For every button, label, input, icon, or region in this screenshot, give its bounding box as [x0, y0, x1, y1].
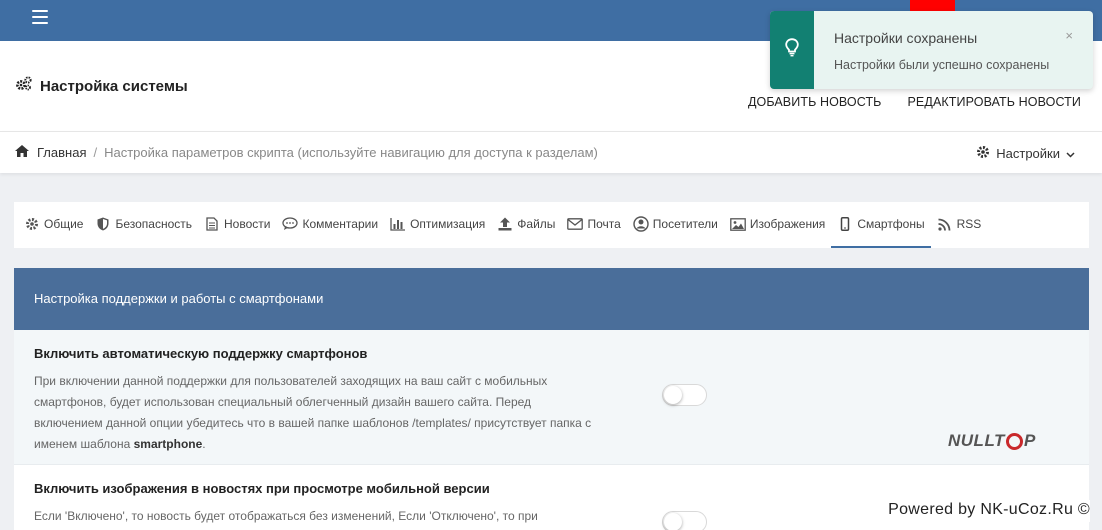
- smartphone-settings-panel: Настройка поддержки и работы с смартфона…: [14, 268, 1089, 530]
- page-title: Настройка системы: [40, 77, 188, 95]
- setting-title: Включить изображения в новостях при прос…: [34, 481, 490, 496]
- rss-icon: [937, 216, 953, 232]
- settings-tabs: Общие Безопасность Новости Комментарии О…: [14, 202, 1089, 248]
- tab-files[interactable]: Файлы: [491, 202, 561, 248]
- bar-chart-icon: [390, 216, 406, 232]
- toggle-knob: [664, 513, 682, 530]
- gear-icon: [24, 216, 40, 232]
- toast-title: Настройки сохранены: [834, 30, 978, 46]
- tab-news[interactable]: Новости: [198, 202, 276, 248]
- toast-message: Настройки были успешно сохранены: [834, 58, 1050, 72]
- user-circle-icon: [633, 216, 649, 232]
- setting-row: Включить автоматическую поддержку смартф…: [14, 330, 1089, 465]
- mobile-icon: [837, 216, 853, 232]
- edit-news-link[interactable]: РЕДАКТИРОВАТЬ НОВОСТИ: [908, 95, 1082, 109]
- tab-label: Новости: [224, 217, 271, 231]
- breadcrumb-home[interactable]: Главная: [37, 145, 86, 160]
- tab-images[interactable]: Изображения: [724, 202, 831, 248]
- tab-label: Посетители: [652, 217, 718, 231]
- watermark-o-icon: [1005, 432, 1023, 450]
- tab-comments[interactable]: Комментарии: [276, 202, 384, 248]
- setting-description: При включении данной поддержки для польз…: [34, 371, 594, 455]
- tab-label: RSS: [956, 217, 982, 231]
- image-icon: [730, 216, 746, 232]
- tab-label: Безопасность: [115, 217, 193, 231]
- page-title-wrap: Настройка системы: [15, 76, 188, 96]
- tab-label: Смартфоны: [857, 217, 925, 231]
- tab-label: Комментарии: [302, 217, 379, 231]
- chevron-down-icon: [1066, 146, 1075, 161]
- hamburger-icon[interactable]: [32, 10, 48, 24]
- settings-label: Настройки: [996, 146, 1060, 161]
- tab-optimization[interactable]: Оптимизация: [384, 202, 491, 248]
- watermark-prefix: NULLT: [948, 431, 1005, 450]
- breadcrumb-separator: /: [93, 145, 98, 160]
- breadcrumb-bar: Главная / Настройка параметров скрипта (…: [0, 131, 1102, 173]
- tab-mail[interactable]: Почта: [561, 202, 626, 248]
- tab-label: Файлы: [517, 217, 556, 231]
- toast-icon-area: [770, 11, 814, 89]
- home-icon[interactable]: [15, 145, 29, 160]
- tab-label: Изображения: [749, 217, 826, 231]
- watermark-suffix: P: [1023, 431, 1036, 450]
- setting-title: Включить автоматическую поддержку смартф…: [34, 346, 368, 361]
- gears-icon: [15, 76, 32, 96]
- tab-security[interactable]: Безопасность: [89, 202, 198, 248]
- toggle-knob: [664, 386, 682, 404]
- breadcrumb-current: Настройка параметров скрипта (используйт…: [104, 145, 598, 160]
- template-name: smartphone: [133, 437, 203, 451]
- tab-rss[interactable]: RSS: [931, 202, 988, 248]
- setting-description-end: .: [202, 437, 206, 451]
- file-icon: [204, 216, 220, 232]
- tab-label: Оптимизация: [410, 217, 486, 231]
- mobile-images-toggle[interactable]: [662, 511, 707, 530]
- shield-icon: [95, 216, 111, 232]
- setting-description: Если 'Включено', то новость будет отобра…: [34, 509, 538, 523]
- tab-smartphones[interactable]: Смартфоны: [831, 202, 931, 248]
- comments-icon: [282, 216, 299, 232]
- nulltop-watermark: NULLT P: [948, 431, 1036, 451]
- breadcrumb: Главная / Настройка параметров скрипта (…: [15, 145, 598, 160]
- settings-dropdown[interactable]: Настройки: [976, 145, 1075, 162]
- tab-label: Общие: [44, 217, 84, 231]
- lightbulb-icon: [785, 38, 799, 62]
- close-icon[interactable]: ×: [1065, 28, 1073, 43]
- powered-by-text: Powered by NK-uCoz.Ru ©: [888, 500, 1090, 522]
- tab-visitors[interactable]: Посетители: [627, 202, 724, 248]
- gear-icon: [976, 145, 990, 162]
- tab-general[interactable]: Общие: [18, 202, 89, 248]
- setting-description-text: При включении данной поддержки для польз…: [34, 374, 592, 451]
- add-news-link[interactable]: ДОБАВИТЬ НОВОСТЬ: [748, 95, 882, 109]
- upload-icon: [497, 216, 513, 232]
- smartphone-support-toggle[interactable]: [662, 384, 707, 406]
- header-links: ДОБАВИТЬ НОВОСТЬ РЕДАКТИРОВАТЬ НОВОСТИ: [748, 95, 1081, 109]
- panel-header: Настройка поддержки и работы с смартфона…: [14, 268, 1089, 330]
- envelope-icon: [567, 216, 584, 232]
- success-toast: Настройки сохранены Настройки были успеш…: [770, 11, 1093, 89]
- tab-label: Почта: [587, 217, 621, 231]
